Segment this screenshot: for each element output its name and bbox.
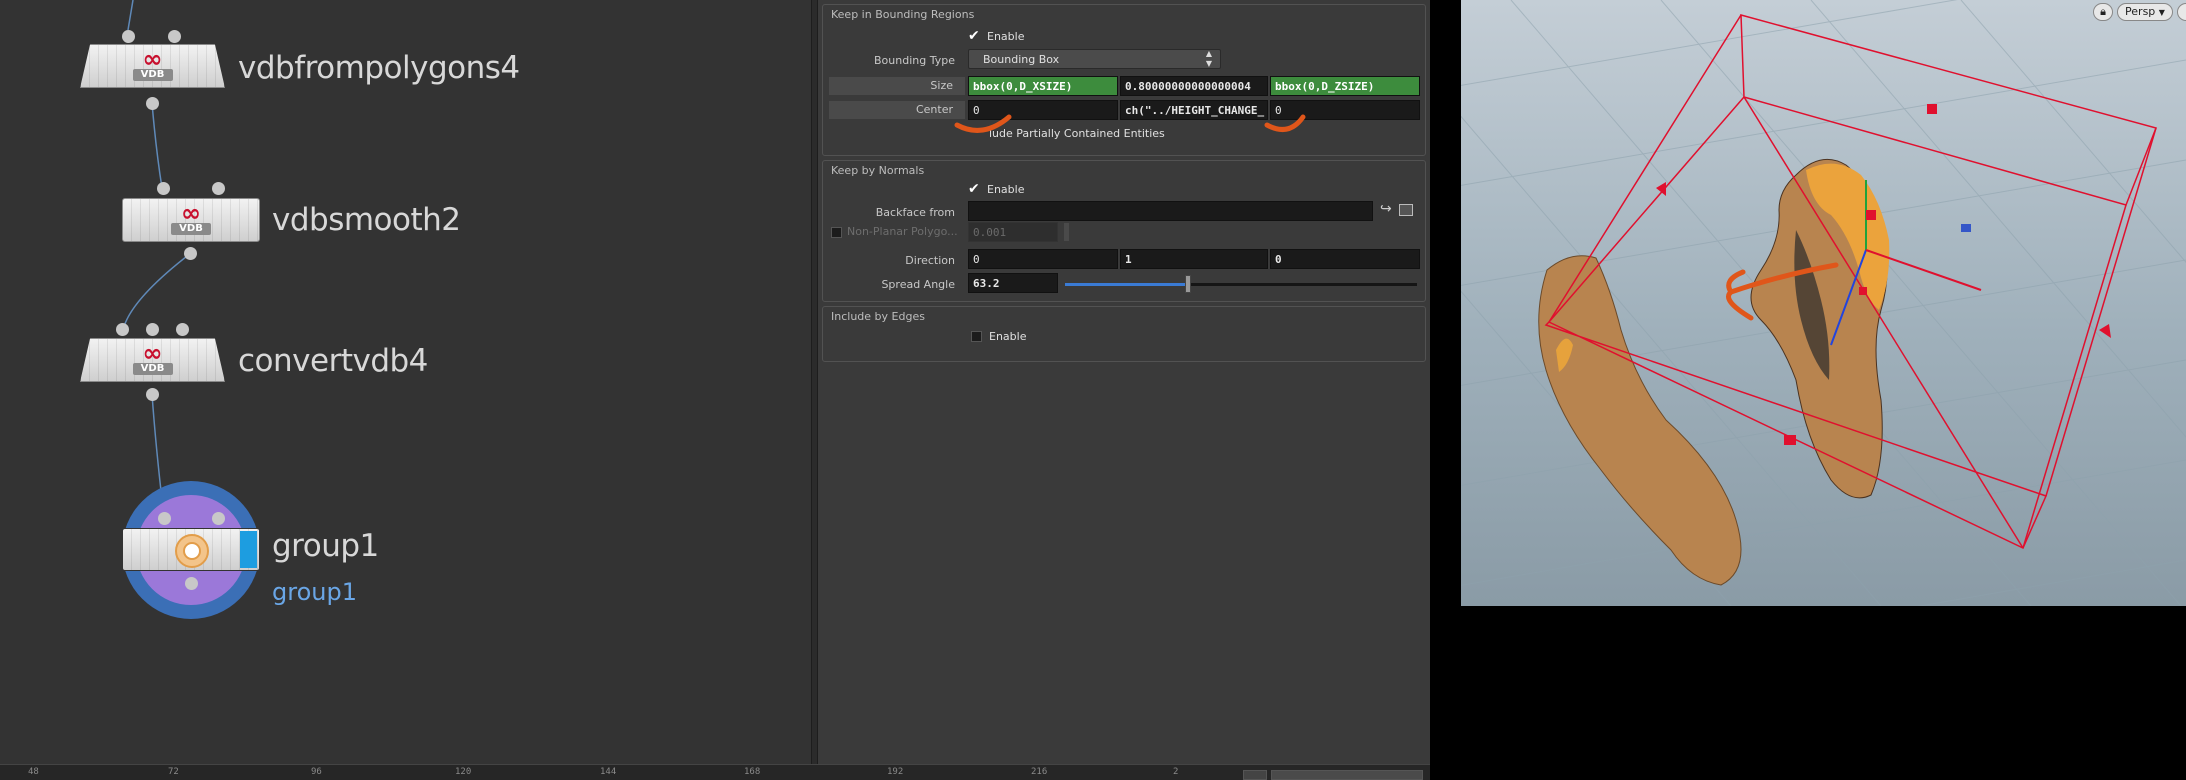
input-connector[interactable] — [212, 512, 225, 525]
bbox-handle — [2099, 324, 2111, 338]
edges-enable-label: Enable — [989, 330, 1027, 343]
direction-x-field[interactable]: 0 — [968, 249, 1118, 269]
spread-angle-slider-fill — [1065, 283, 1189, 286]
folder-keep-in-bounding-regions: Keep in Bounding Regions ✔ Enable Boundi… — [822, 4, 1426, 156]
bounding-type-dropdown[interactable]: Bounding Box ▲ ▼ — [968, 49, 1221, 69]
size-label: Size — [829, 77, 965, 95]
size-z-field[interactable]: bbox(0,D_ZSIZE) — [1270, 76, 1420, 96]
node-body[interactable]: ∞ VDB — [80, 338, 225, 382]
network-editor[interactable]: ∞ VDB vdbfrompolygons4 ∞ VDB vdbsmooth2 ∞ V… — [0, 0, 811, 764]
annotation-arrow — [818, 0, 819, 1]
viewport-lock-button[interactable]: 🔒︎ — [2093, 3, 2113, 21]
nonplanar-label: Non-Planar Polygo... — [847, 225, 958, 238]
output-connector[interactable] — [146, 97, 159, 110]
normals-enable-label: Enable — [987, 183, 1025, 196]
mesh-left — [1538, 255, 1742, 586]
display-flag[interactable] — [240, 531, 257, 568]
input-connector[interactable] — [146, 323, 159, 336]
timeline-tick: 168 — [744, 767, 761, 777]
checkmark-icon: ✔ — [968, 28, 980, 44]
camera-label: Persp — [2125, 5, 2156, 18]
chevron-down-icon: ▼ — [2158, 8, 2165, 17]
node-body[interactable]: ∞ VDB — [80, 44, 225, 88]
input-connector[interactable] — [212, 182, 225, 195]
folder-title: Keep by Normals — [831, 164, 925, 177]
group-node-icon — [175, 534, 209, 568]
direction-z-field[interactable]: 0 — [1270, 249, 1420, 269]
timeline-tick: 96 — [311, 767, 322, 777]
timeline-tick: 2 — [1173, 767, 1179, 777]
input-connector[interactable] — [158, 512, 171, 525]
spread-angle-field[interactable]: 63.2 — [968, 273, 1058, 293]
bbox-handle — [1927, 104, 1937, 114]
timeline-tick: 192 — [887, 767, 904, 777]
size-x-field[interactable]: bbox(0,D_XSIZE) — [968, 76, 1118, 96]
center-y-field[interactable]: ch("../HEIGHT_CHANGE_ — [1120, 100, 1268, 120]
bounding-type-label: Bounding Type — [874, 54, 955, 67]
center-label: Center — [829, 101, 965, 119]
direction-label: Direction — [905, 254, 955, 267]
spread-angle-slider-handle[interactable] — [1185, 275, 1192, 293]
checkmark-icon: ✔ — [968, 181, 980, 197]
folder-include-by-edges: Include by Edges Enable — [822, 306, 1426, 362]
node-chooser-icon[interactable] — [1399, 204, 1413, 216]
parameter-pane: Keep in Bounding Regions ✔ Enable Boundi… — [818, 0, 1430, 764]
bounding-type-value: Bounding Box — [983, 53, 1060, 66]
pane-divider[interactable] — [811, 0, 818, 764]
spread-angle-slider[interactable] — [1065, 275, 1417, 293]
jump-arrow-icon[interactable]: ↪ — [1380, 201, 1392, 217]
backface-field[interactable] — [968, 201, 1373, 221]
camera-menu-button[interactable]: Persp ▼ — [2117, 3, 2173, 21]
viewport-scene — [1461, 0, 2186, 606]
input-connector[interactable] — [122, 30, 135, 43]
timeline-tick: 216 — [1031, 767, 1048, 777]
lock-icon: 🔒︎ — [2100, 5, 2106, 18]
input-connector[interactable] — [168, 30, 181, 43]
input-connector[interactable] — [176, 323, 189, 336]
node-label[interactable]: group1 — [272, 528, 379, 564]
bounding-enable-label: Enable — [987, 30, 1025, 43]
vdb-logo-icon: ∞ VDB — [171, 201, 211, 237]
normals-enable-checkbox[interactable]: ✔ — [968, 181, 981, 197]
input-connector[interactable] — [116, 323, 129, 336]
bbox-handle — [1784, 435, 1796, 445]
node-body[interactable]: ∞ VDB — [122, 198, 260, 242]
node-group-comment: group1 — [272, 578, 357, 606]
node-label[interactable]: vdbsmooth2 — [272, 202, 461, 238]
vdb-logo-icon: ∞ VDB — [132, 341, 173, 377]
timeline-tick: 48 — [28, 767, 39, 777]
backface-label: Backface from — [875, 206, 955, 219]
folder-title: Include by Edges — [831, 310, 925, 323]
size-y-field[interactable]: 0.80000000000000004 — [1120, 76, 1268, 96]
vdb-logo-icon: ∞ VDB — [132, 47, 173, 83]
output-connector[interactable] — [184, 247, 197, 260]
input-connector[interactable] — [157, 182, 170, 195]
scene-viewport[interactable]: 🔒︎ Persp ▼ — [1461, 0, 2186, 606]
bounding-enable-checkbox[interactable]: ✔ — [968, 28, 981, 44]
nonplanar-field[interactable]: 0.001 — [968, 222, 1058, 242]
timeline-tick: 72 — [168, 767, 179, 777]
bbox-handle — [1961, 224, 1971, 232]
nonplanar-slider-handle — [1064, 223, 1069, 241]
spread-angle-label: Spread Angle — [881, 278, 955, 291]
timeline-tick: 120 — [455, 767, 472, 777]
node-body[interactable] — [122, 528, 260, 571]
folder-title: Keep in Bounding Regions — [831, 8, 975, 21]
node-wires — [122, 0, 192, 518]
edges-enable-checkbox[interactable] — [971, 331, 982, 342]
timeline-button[interactable] — [1243, 770, 1267, 780]
nonplanar-checkbox[interactable] — [831, 227, 842, 238]
output-connector[interactable] — [185, 577, 198, 590]
node-label[interactable]: vdbfrompolygons4 — [238, 50, 520, 86]
output-connector[interactable] — [146, 388, 159, 401]
direction-y-field[interactable]: 1 — [1120, 249, 1268, 269]
annotation-stroke — [1264, 114, 1306, 132]
node-label[interactable]: convertvdb4 — [238, 343, 428, 379]
timeline-range-bar[interactable] — [1271, 770, 1423, 780]
updown-arrows-icon: ▲ ▼ — [1205, 49, 1212, 68]
annotation-stroke — [954, 114, 1012, 133]
timeline-tick: 144 — [600, 767, 617, 777]
folder-keep-by-normals: Keep by Normals ✔ Enable Backface from ↪… — [822, 160, 1426, 302]
timeline-ruler[interactable]: 48 72 96 120 144 168 192 216 2 — [0, 764, 1430, 780]
